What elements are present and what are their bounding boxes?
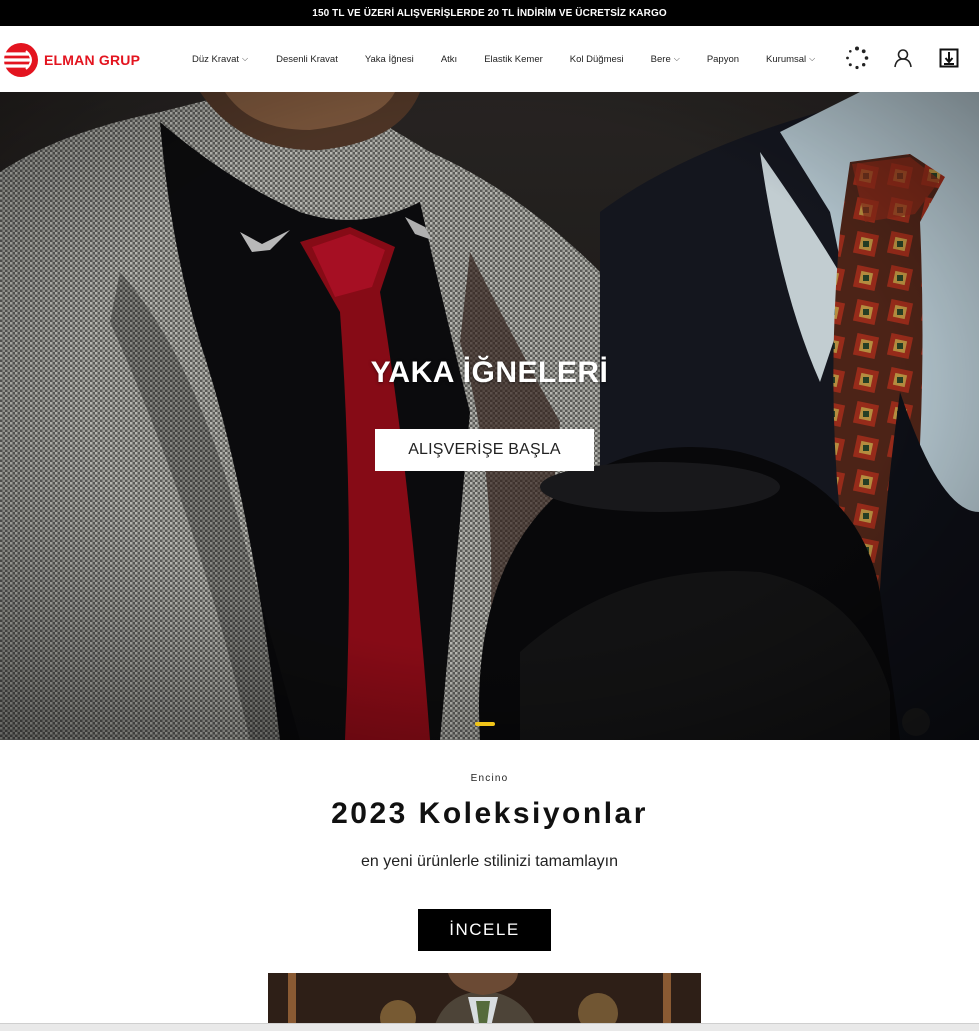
- nav-label: Bere: [650, 53, 671, 65]
- nav-item-desenli-kravat[interactable]: Desenli Kravat: [276, 54, 338, 65]
- announcement-bar: 150 TL VE ÜZERİ ALIŞVERİŞLERDE 20 TL İND…: [0, 0, 979, 26]
- shop-now-button[interactable]: ALIŞVERİŞE BAŞLA: [375, 429, 594, 471]
- nav-item-duz-kravat[interactable]: Düz Kravat ⌵: [192, 54, 248, 65]
- chevron-down-icon: ⌵: [242, 54, 249, 63]
- nav-label: Elastik Kemer: [484, 53, 543, 65]
- collection-subtitle: en yeni ürünlerle stilinizi tamamlayın: [361, 853, 618, 870]
- collection-eyebrow: Encino: [470, 773, 509, 784]
- nav-item-atki[interactable]: Atkı: [441, 54, 457, 65]
- brand-name: ELMAN GRUP: [44, 52, 141, 68]
- nav-label: Yaka İğnesi: [364, 53, 414, 65]
- nav-item-elastik-kemer[interactable]: Elastik Kemer: [484, 54, 543, 65]
- nav-label: Kurumsal: [766, 53, 807, 65]
- main-nav: Düz Kravat ⌵ Desenli Kravat Yaka İğnesi A…: [180, 26, 815, 92]
- nav-item-kurumsal[interactable]: Kurumsal ⌵: [766, 54, 815, 65]
- nav-label: Papyon: [706, 53, 740, 65]
- chevron-down-icon: ⌵: [809, 54, 816, 63]
- nav-label: Kol Düğmesi: [569, 53, 624, 65]
- browser-bottom-bar: [0, 1023, 979, 1031]
- header-actions: [831, 40, 969, 76]
- user-icon[interactable]: [883, 40, 923, 76]
- nav-item-bere[interactable]: Bere ⌵: [651, 54, 680, 65]
- logo-icon: [2, 43, 38, 77]
- site-header: ELMAN GRUP Düz Kravat ⌵ Desenli Kravat Ya…: [0, 26, 979, 92]
- explore-button[interactable]: İNCELE: [418, 909, 551, 951]
- hero-slider: YAKA İĞNELERİ ALIŞVERİŞE BAŞLA: [0, 92, 979, 740]
- collection-section: Encino 2023 Koleksiyonlar en yeni ürünle…: [0, 740, 979, 1031]
- slide-indicator[interactable]: [475, 722, 495, 726]
- nav-item-kol-dugmesi[interactable]: Kol Düğmesi: [570, 54, 624, 65]
- announcement-text: 150 TL VE ÜZERİ ALIŞVERİŞLERDE 20 TL İND…: [312, 7, 667, 19]
- collection-title: 2023 Koleksiyonlar: [331, 797, 648, 830]
- nav-item-papyon[interactable]: Papyon: [707, 54, 739, 65]
- chevron-down-icon: ⌵: [673, 54, 680, 63]
- logo[interactable]: ELMAN GRUP: [2, 40, 140, 80]
- hero-title: YAKA İĞNELERİ: [370, 356, 609, 389]
- nav-label: Atkı: [440, 53, 458, 65]
- loading-spinner-icon[interactable]: [837, 40, 877, 76]
- nav-item-yaka-ignesi[interactable]: Yaka İğnesi: [365, 54, 414, 65]
- hero-image: [0, 92, 979, 740]
- cart-icon[interactable]: [929, 40, 969, 76]
- nav-label: Desenli Kravat: [276, 53, 338, 65]
- nav-label: Düz Kravat: [192, 53, 239, 65]
